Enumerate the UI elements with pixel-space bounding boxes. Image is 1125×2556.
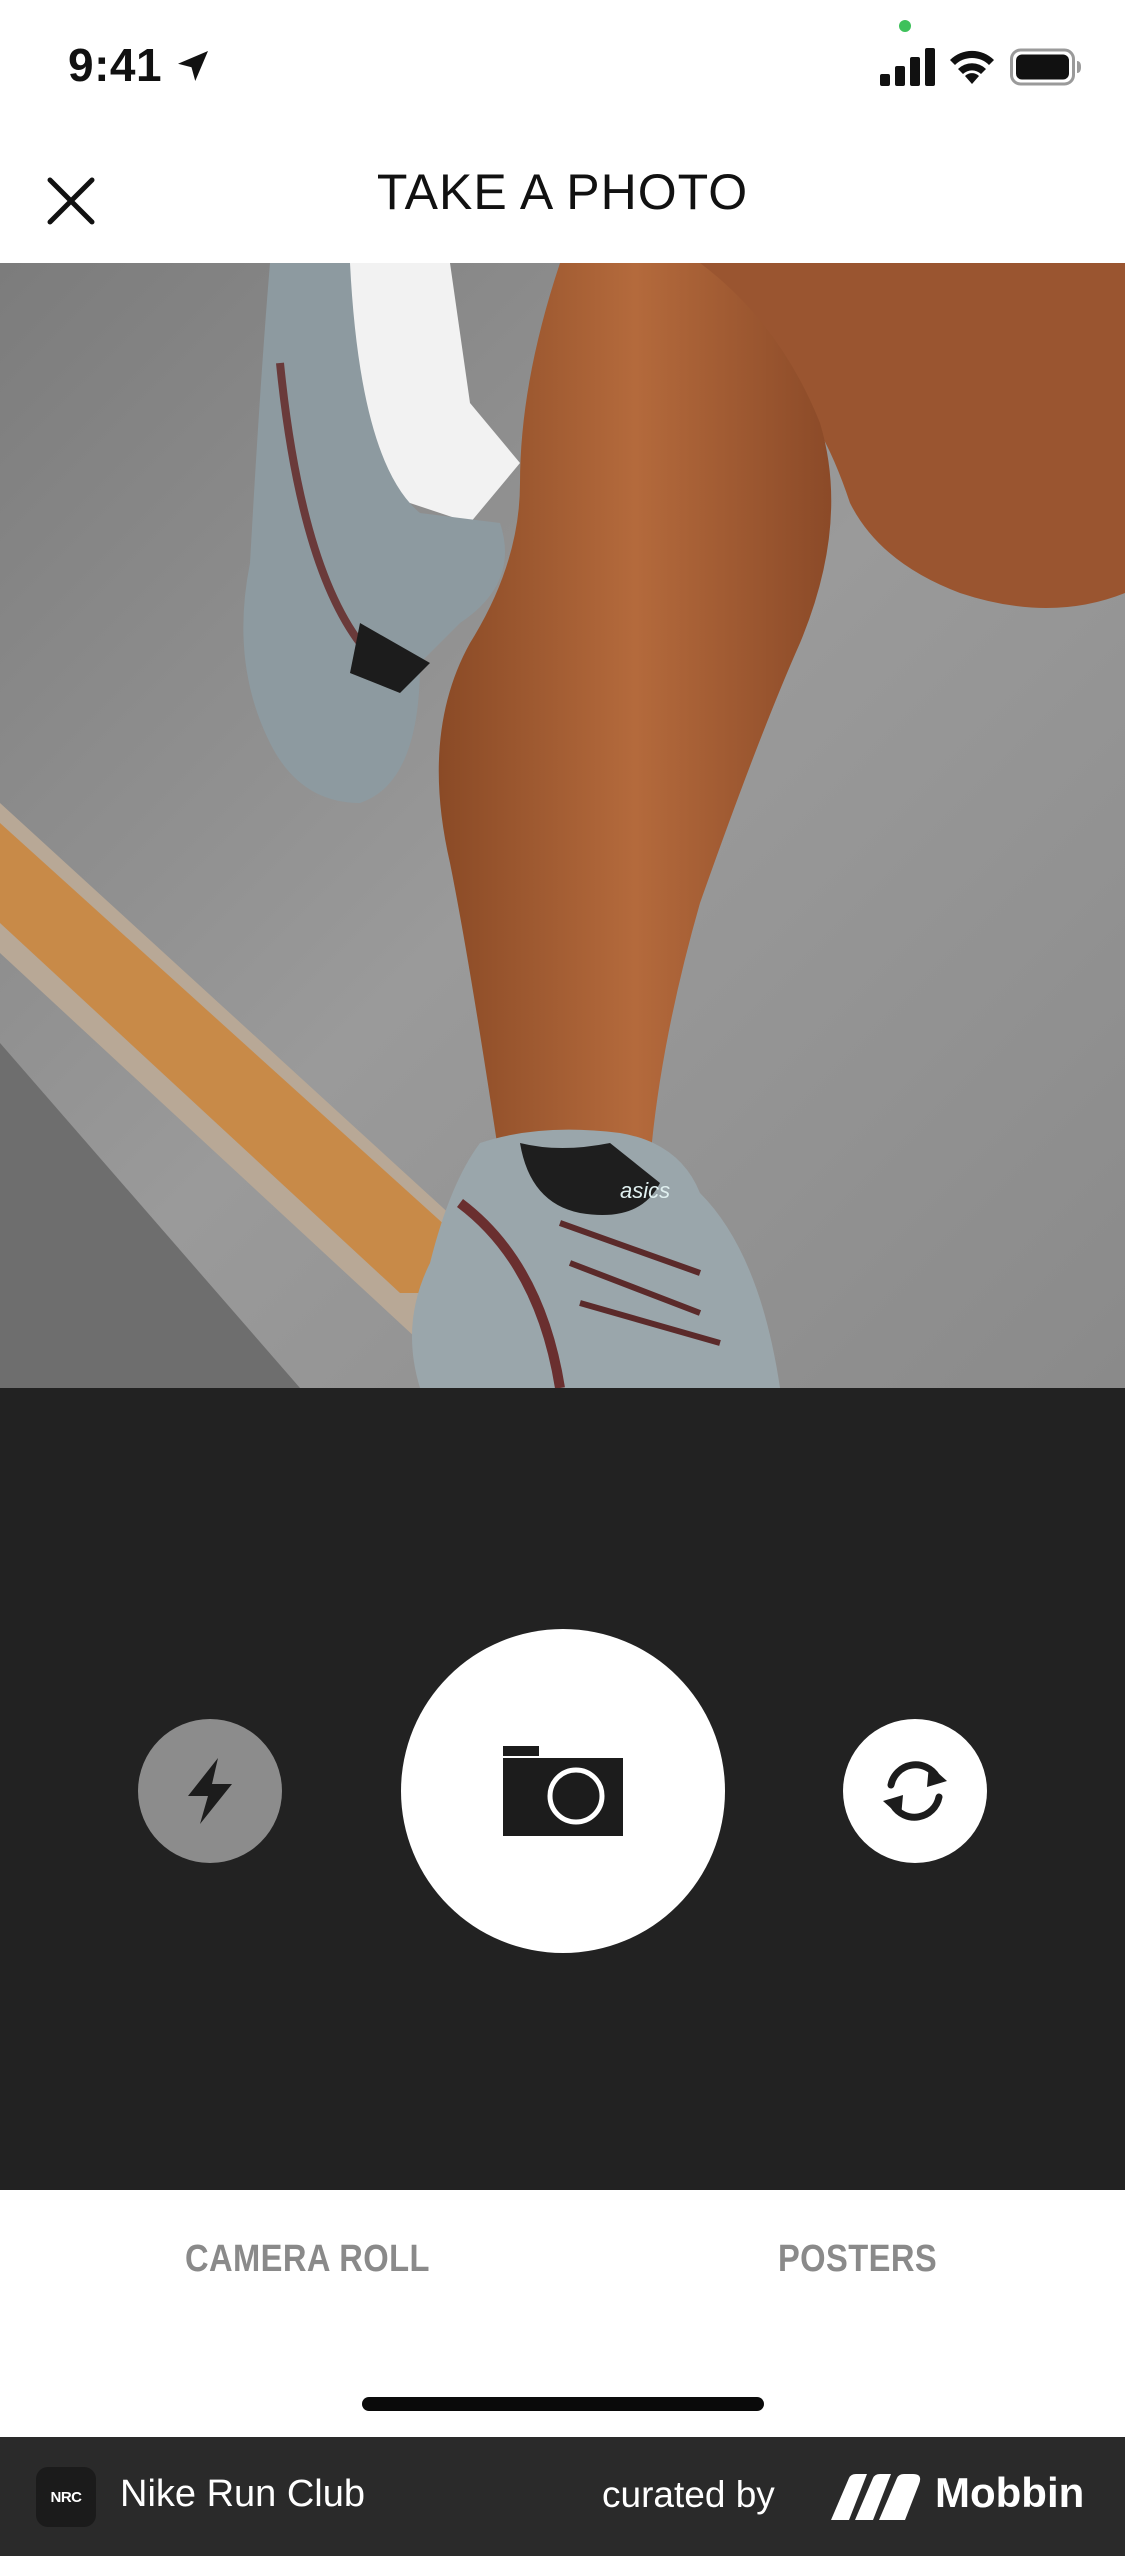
camera-icon xyxy=(503,1746,623,1836)
flip-camera-icon xyxy=(883,1761,947,1821)
wifi-icon xyxy=(950,50,994,84)
home-indicator[interactable] xyxy=(362,2397,764,2411)
flash-button[interactable] xyxy=(138,1719,282,1863)
flash-icon xyxy=(188,1758,232,1824)
mobbin-brand-name: Mobbin xyxy=(935,2469,1085,2516)
curated-by-label: curated by xyxy=(602,2474,775,2515)
location-arrow-icon xyxy=(178,51,208,81)
app-logo-text: NRC xyxy=(50,2488,83,2506)
privacy-indicator-dot xyxy=(899,20,911,32)
camera-feed-image: asics xyxy=(0,263,1125,1388)
camera-preview: asics xyxy=(0,263,1125,1388)
shoe-brand-text: asics xyxy=(620,1178,670,1203)
status-time: 9:41 xyxy=(68,39,163,91)
app-name: Nike Run Club xyxy=(120,2473,365,2515)
page-title: TAKE A PHOTO xyxy=(376,164,749,220)
battery-icon xyxy=(1010,48,1081,86)
tab-posters[interactable]: POSTERS xyxy=(778,2238,937,2281)
flip-camera-button[interactable] xyxy=(843,1719,987,1863)
app-logo: NRC xyxy=(36,2467,96,2527)
shutter-button[interactable] xyxy=(401,1629,725,1953)
mobbin-logo-icon xyxy=(831,2474,921,2520)
tab-camera-roll[interactable]: CAMERA ROLL xyxy=(185,2238,430,2281)
cellular-signal-icon xyxy=(880,48,935,86)
